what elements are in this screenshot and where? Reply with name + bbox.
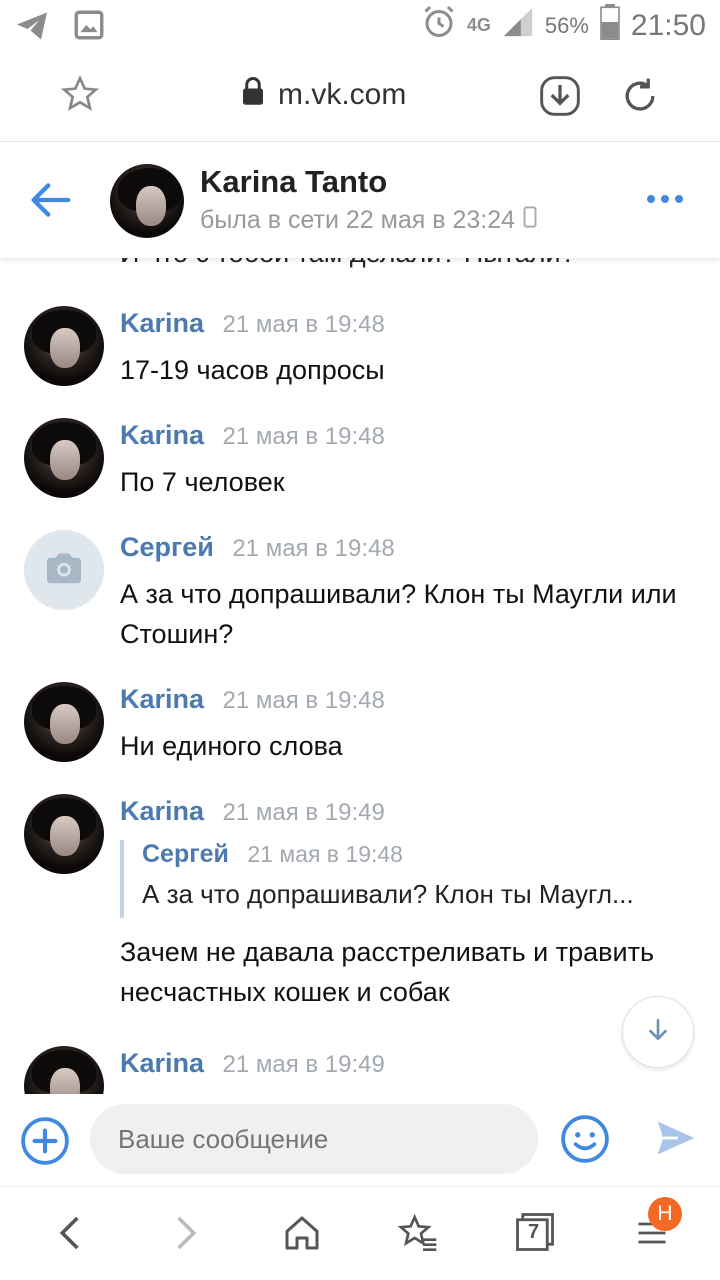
network-label: 4G [466,15,491,35]
message-list[interactable]: И что с тобой там делали? Пытали? Karina… [0,258,720,1094]
message-text: Зачем не давала расстреливать и травить … [120,937,655,1007]
back-arrow-icon[interactable] [28,180,72,225]
message-time: 21 мая в 19:48 [232,535,395,562]
clock: 21:50 [630,8,706,42]
message-time: 21 мая в 19:49 [222,799,385,826]
nav-back-icon[interactable] [54,1213,84,1258]
message-author[interactable]: Karina [120,308,204,338]
message-author[interactable]: Сергей [120,532,214,562]
camera-icon [43,551,85,590]
message-author[interactable]: Karina [120,684,204,714]
mobile-icon [523,206,537,235]
message-time: 21 мая в 19:48 [222,687,385,714]
battery-percent: 56% [544,12,589,38]
message-composer [0,1094,720,1186]
message-author[interactable]: Karina [120,420,204,450]
address-bar[interactable]: m.vk.com [240,76,406,114]
lock-icon [240,76,266,114]
bookmarks-icon[interactable] [397,1213,438,1258]
emoji-icon[interactable] [560,1114,610,1169]
reply-text: А за что допрашивали? Клон ты Маугл... [142,879,634,909]
reply-author: Сергей [142,840,229,868]
avatar[interactable] [24,794,104,874]
telegram-icon [14,8,50,49]
message-text: 17-19 часов допросы [120,355,385,385]
image-icon [72,8,106,49]
tabs-count: 7 [528,1221,540,1243]
avatar[interactable] [24,682,104,762]
message-time: 21 мая в 19:48 [222,423,385,450]
message-time: 21 мая в 19:48 [222,311,385,338]
more-dots-icon[interactable] [646,192,684,210]
battery-icon [599,4,621,47]
arrow-down-icon [645,1017,671,1048]
reload-icon[interactable] [618,74,662,123]
reply-time: 21 мая в 19:48 [247,841,403,867]
home-icon[interactable] [282,1213,322,1258]
avatar[interactable] [24,306,104,386]
message-time: 21 мая в 19:49 [222,1051,385,1078]
header-avatar[interactable] [110,164,184,238]
chat-title[interactable]: Karina Tanto [200,164,387,200]
send-icon[interactable] [654,1116,698,1165]
last-seen-status: была в сети 22 мая в 23:24 [200,206,537,235]
alarm-icon [421,4,457,47]
chat-header: Karina Tanto была в сети 22 мая в 23:24 [0,142,720,258]
avatar[interactable] [24,530,104,610]
browser-bottom-nav: 7 Н [0,1186,720,1280]
message-author[interactable]: Karina [120,1048,204,1078]
message-text: И что с тобой там делали? Пытали? [120,258,576,269]
message-text: Ни единого слова [120,731,343,761]
message-text: По 7 человек [120,467,285,497]
message-text: А за что допрашивали? Клон ты Маугли или… [120,579,677,649]
notification-badge: Н [648,1197,682,1231]
add-attachment-icon[interactable] [20,1116,70,1171]
star-icon[interactable] [60,74,100,119]
quoted-reply[interactable]: Сергей 21 мая в 19:48 А за что допрашива… [120,840,700,918]
message-author[interactable]: Karina [120,796,204,826]
tabs-button[interactable]: 7 [514,1211,556,1258]
scroll-down-button[interactable] [622,996,694,1068]
status-bar: 4G 56% 21:50 [0,0,720,52]
browser-toolbar: m.vk.com [0,52,720,142]
nav-forward-icon[interactable] [172,1213,202,1258]
signal-icon [501,5,535,46]
avatar[interactable] [24,418,104,498]
avatar[interactable] [24,1046,104,1094]
url-text: m.vk.com [278,78,407,111]
message-input[interactable] [90,1104,538,1174]
download-icon[interactable] [538,74,582,123]
list-item: И что с тобой там делали? Пытали? [0,258,720,274]
